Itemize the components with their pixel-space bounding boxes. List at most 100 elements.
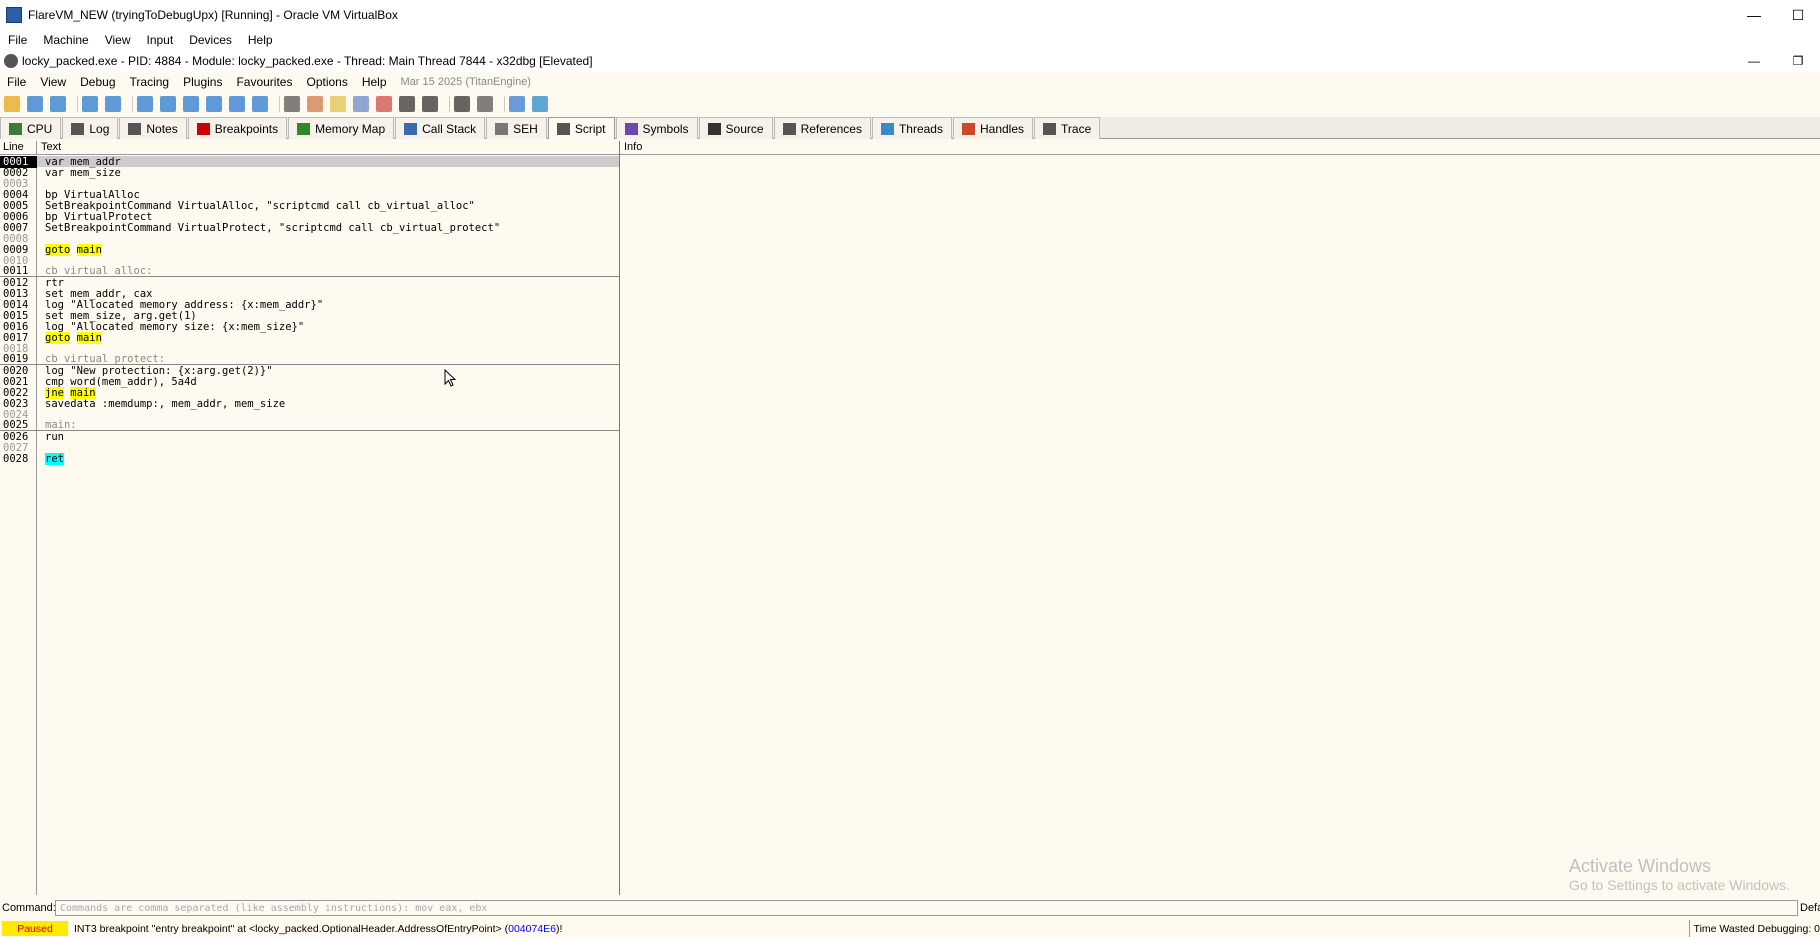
menu-help[interactable]: Help: [355, 75, 394, 89]
menu-favourites[interactable]: Favourites: [229, 75, 299, 89]
script-line[interactable]: 0007 SetBreakpointCommand VirtualProtect,…: [0, 222, 619, 234]
script-line[interactable]: 0020 log "New protection: {x:arg.get(2)}": [0, 365, 619, 377]
maximize-icon[interactable]: ☐: [1776, 0, 1820, 30]
script-line[interactable]: 0002 var mem_size: [0, 167, 619, 179]
run-icon[interactable]: [82, 96, 98, 112]
stop-icon[interactable]: [50, 96, 66, 112]
menu-options[interactable]: Options: [299, 75, 354, 89]
script-line[interactable]: 0027: [0, 442, 619, 454]
vbox-menu-file[interactable]: File: [0, 33, 35, 47]
highlighted-token: ret: [45, 452, 64, 465]
minimize-icon[interactable]: —: [1732, 50, 1776, 72]
vbox-menu-help[interactable]: Help: [240, 33, 281, 47]
pause-icon[interactable]: [105, 96, 121, 112]
trace-over-icon[interactable]: [206, 96, 222, 112]
command-input[interactable]: Commands are comma separated (like assem…: [55, 900, 1798, 916]
tab-breakpoints[interactable]: Breakpoints: [187, 117, 288, 139]
vbox-menu-view[interactable]: View: [97, 33, 139, 47]
patches-icon[interactable]: [307, 96, 323, 112]
mouse-cursor-icon: [444, 369, 457, 387]
script-line[interactable]: 0012 rtr: [0, 277, 619, 289]
menu-file[interactable]: File: [0, 75, 33, 89]
script-line[interactable]: 0026 run: [0, 431, 619, 443]
x64dbg-window-controls: — ❐: [1732, 50, 1820, 72]
default-selector[interactable]: Defa: [1798, 902, 1820, 914]
script-line[interactable]: 0011 cb_virtual_alloc:: [0, 265, 619, 277]
menu-debug[interactable]: Debug: [73, 75, 122, 89]
line-text: cb_virtual_alloc:: [37, 265, 152, 277]
comments-icon[interactable]: [330, 96, 346, 112]
script-pane[interactable]: Line Text 0001 var mem_addr 0002 var mem_si…: [0, 141, 620, 895]
hash-icon[interactable]: [422, 96, 438, 112]
scylla-icon[interactable]: [284, 96, 300, 112]
tab-references[interactable]: References: [773, 117, 871, 139]
globe-icon[interactable]: [532, 96, 548, 112]
entry-address-link[interactable]: 004074E6: [508, 923, 556, 935]
toolbar: [0, 93, 1820, 115]
menu-plugins[interactable]: Plugins: [176, 75, 229, 89]
restart-icon[interactable]: [27, 96, 43, 112]
tab-handles[interactable]: Handles: [952, 117, 1034, 139]
menu-tracing[interactable]: Tracing: [123, 75, 177, 89]
tab-label: Script: [574, 121, 606, 136]
script-line[interactable]: 0003: [0, 178, 619, 190]
tab-seh[interactable]: SEH: [486, 117, 547, 139]
run-to-user-code-icon[interactable]: [252, 96, 268, 112]
script-line[interactable]: 0025 main:: [0, 419, 619, 431]
watermark-title: Activate Windows: [1569, 856, 1712, 876]
script-line[interactable]: 0024: [0, 409, 619, 421]
line-number: 0019: [3, 353, 29, 365]
info-column-header[interactable]: Info: [620, 141, 642, 154]
minimize-icon[interactable]: —: [1732, 0, 1776, 30]
tab-threads[interactable]: Threads: [871, 117, 952, 139]
script-line[interactable]: 0019 cb_virtual_protect:: [0, 353, 619, 365]
string-icon[interactable]: [454, 96, 470, 112]
script-line[interactable]: 0028 ret: [0, 452, 619, 465]
vbox-menu-machine[interactable]: Machine: [35, 33, 96, 47]
script-line[interactable]: 0014 log "Allocated memory address: {x:me…: [0, 299, 619, 311]
labels-icon[interactable]: [353, 96, 369, 112]
tab-script[interactable]: Script: [547, 117, 615, 139]
script-line[interactable]: 0004 bp VirtualAlloc: [0, 189, 619, 201]
script-line[interactable]: 0021 cmp word(mem_addr), 5a4d: [0, 376, 619, 388]
seh-icon: [495, 122, 509, 135]
script-line[interactable]: 0009 goto main: [0, 243, 619, 256]
tab-notes[interactable]: Notes: [119, 117, 187, 139]
script-line[interactable]: 0008: [0, 233, 619, 245]
script-line[interactable]: 0017 goto main: [0, 331, 619, 344]
tab-trace[interactable]: Trace: [1034, 117, 1101, 139]
vbox-menu-input[interactable]: Input: [139, 33, 182, 47]
execute-till-return-icon[interactable]: [229, 96, 245, 112]
functions-icon[interactable]: [399, 96, 415, 112]
text-column-header[interactable]: Text: [37, 141, 61, 154]
trace-into-icon[interactable]: [183, 96, 199, 112]
tab-symbols[interactable]: Symbols: [615, 117, 698, 139]
tab-source[interactable]: Source: [698, 117, 773, 139]
preferences-icon[interactable]: [509, 96, 525, 112]
script-line[interactable]: 0016 log "Allocated memory size: {x:mem_s…: [0, 321, 619, 333]
script-line[interactable]: 0005 SetBreakpointCommand VirtualAlloc, "…: [0, 200, 619, 212]
tab-cpu[interactable]: CPU: [0, 117, 62, 139]
step-over-icon[interactable]: [160, 96, 176, 112]
tab-label: Log: [89, 121, 110, 136]
script-line[interactable]: 0006 bp VirtualProtect: [0, 211, 619, 223]
tab-memory-map[interactable]: Memory Map: [288, 117, 395, 139]
script-line[interactable]: 0001 var mem_addr: [0, 155, 619, 168]
script-line[interactable]: 0013 set mem_addr, cax: [0, 288, 619, 300]
script-line[interactable]: 0023 savedata :memdump:, mem_addr, mem_si…: [0, 398, 619, 410]
vbox-menu-devices[interactable]: Devices: [181, 33, 240, 47]
bookmarks-icon[interactable]: [376, 96, 392, 112]
step-into-icon[interactable]: [137, 96, 153, 112]
line-column-header[interactable]: Line: [0, 141, 37, 154]
tab-log[interactable]: Log: [62, 117, 119, 139]
vbox-window-title: FlareVM_NEW (tryingToDebugUpx) [Running]…: [28, 8, 398, 22]
script-line[interactable]: 0015 set mem_size, arg.get(1): [0, 310, 619, 322]
menu-view[interactable]: View: [33, 75, 73, 89]
open-icon[interactable]: [4, 96, 20, 112]
tab-label: CPU: [27, 121, 53, 136]
calculator-icon[interactable]: [477, 96, 493, 112]
script-line[interactable]: 0022 jne main: [0, 386, 619, 399]
tab-call-stack[interactable]: Call Stack: [395, 117, 486, 139]
restore-icon[interactable]: ❐: [1776, 50, 1820, 72]
info-pane[interactable]: Info: [620, 141, 1820, 895]
